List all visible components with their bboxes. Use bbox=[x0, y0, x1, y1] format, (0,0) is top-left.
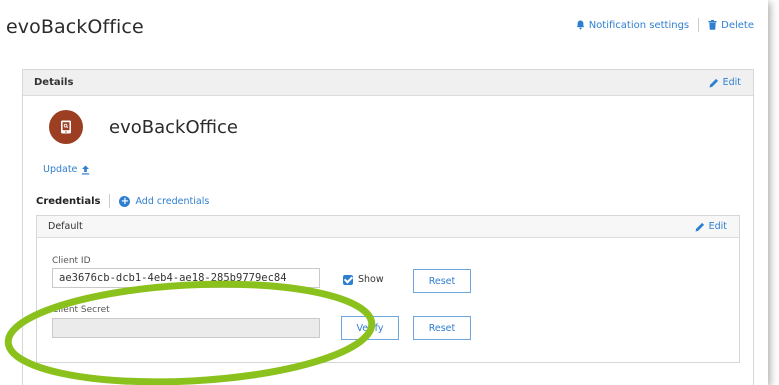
client-secret-input[interactable] bbox=[52, 318, 320, 338]
credentials-label: Credentials bbox=[36, 195, 101, 207]
checkbox-icon bbox=[343, 274, 353, 285]
default-edit-link[interactable]: Edit bbox=[695, 221, 727, 232]
default-card-title: Default bbox=[48, 221, 83, 232]
default-edit-label: Edit bbox=[708, 221, 727, 232]
bell-icon bbox=[576, 20, 584, 30]
notification-settings-link[interactable]: Notification settings bbox=[576, 20, 689, 31]
show-checkbox[interactable]: Show bbox=[343, 274, 384, 285]
notification-settings-label: Notification settings bbox=[588, 19, 690, 31]
trash-icon bbox=[708, 20, 717, 30]
delete-link[interactable]: Delete bbox=[708, 20, 754, 31]
details-header: Details Edit bbox=[23, 70, 753, 96]
update-link[interactable]: Update bbox=[43, 164, 90, 175]
pencil-icon bbox=[695, 222, 704, 231]
show-label: Show bbox=[358, 274, 384, 285]
upload-icon bbox=[82, 165, 90, 174]
top-actions: Notification settings Delete bbox=[576, 18, 754, 32]
plus-circle-icon: + bbox=[119, 195, 131, 207]
details-edit-link[interactable]: Edit bbox=[709, 77, 741, 88]
phone-app-icon bbox=[61, 120, 71, 134]
client-id-label: Client ID bbox=[52, 256, 91, 266]
verify-button[interactable]: Verify bbox=[341, 316, 399, 340]
delete-label: Delete bbox=[721, 19, 754, 31]
client-id-input[interactable]: ae3676cb-dcb1-4eb4-ae18-285b9779ec84 bbox=[52, 268, 320, 288]
app-identity: evoBackOffice bbox=[49, 110, 238, 144]
pencil-icon bbox=[709, 78, 718, 87]
add-credentials-label: Add credentials bbox=[135, 195, 210, 207]
details-edit-label: Edit bbox=[722, 77, 741, 88]
client-id-reset-button[interactable]: Reset bbox=[413, 269, 471, 293]
default-credentials-card: Default Edit Client ID ae3676cb-dcb1-4eb… bbox=[36, 215, 740, 363]
client-secret-reset-button[interactable]: Reset bbox=[413, 316, 471, 340]
update-label: Update bbox=[43, 164, 78, 175]
add-credentials-link[interactable]: + Add credentials bbox=[119, 195, 210, 207]
app-name: evoBackOffice bbox=[109, 116, 238, 138]
divider bbox=[109, 194, 111, 208]
details-title: Details bbox=[34, 77, 74, 88]
default-card-header: Default Edit bbox=[37, 216, 739, 238]
avatar bbox=[49, 110, 83, 144]
divider bbox=[698, 18, 700, 32]
client-secret-label: Client Secret bbox=[52, 305, 110, 315]
credentials-row: Credentials + Add credentials bbox=[36, 194, 209, 208]
details-card: Details Edit evoBackOffice Update Creden… bbox=[22, 69, 754, 385]
app-title: evoBackOffice bbox=[6, 16, 144, 38]
window-frame: evoBackOffice Notification settings Dele… bbox=[0, 0, 768, 385]
